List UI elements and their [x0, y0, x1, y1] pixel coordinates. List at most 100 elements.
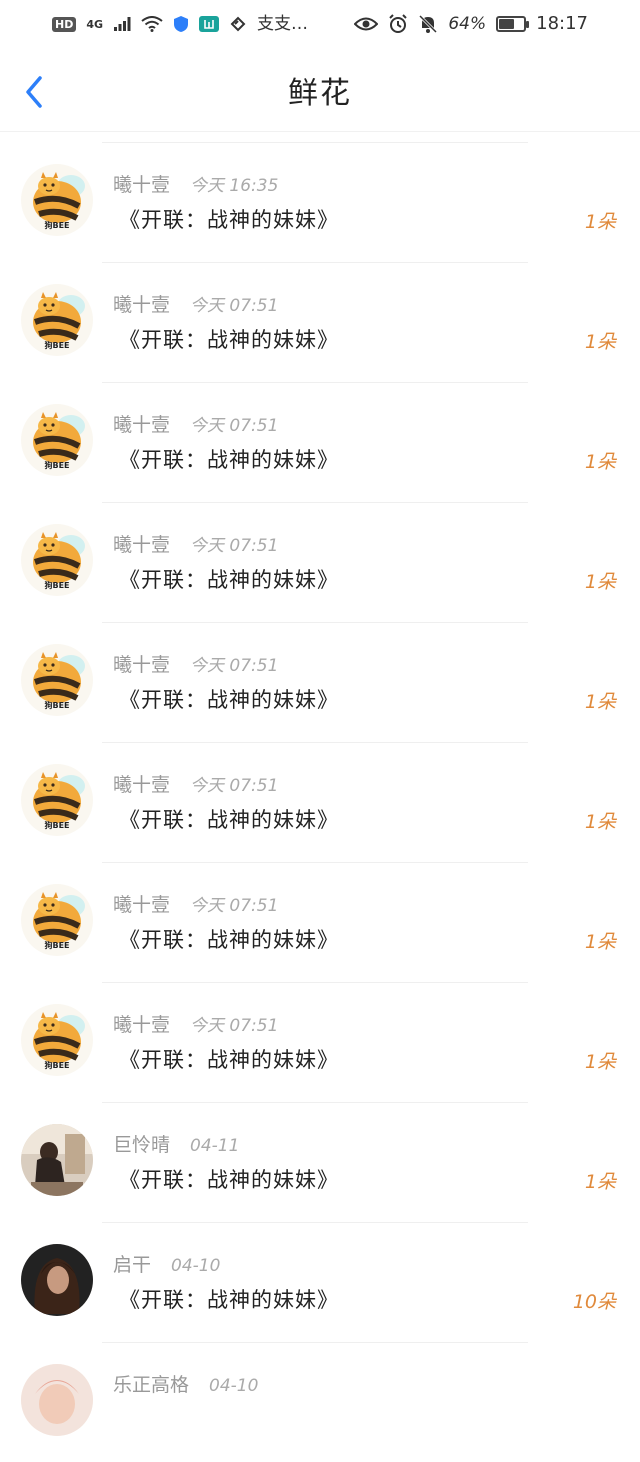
flower-count: 1朵 [584, 1171, 616, 1193]
divider [102, 382, 528, 383]
list-item[interactable]: 狗BEE 曦十壹 今天 07:51 《开联：战神的妹妹》 1朵 [0, 262, 640, 382]
list-item[interactable]: 狗BEE 曦十壹 今天 07:51 《开联：战神的妹妹》 1朵 [0, 622, 640, 742]
avatar[interactable] [21, 1124, 93, 1196]
divider [102, 982, 528, 983]
book-title[interactable]: 《开联：战神的妹妹》 [119, 324, 339, 354]
avatar[interactable]: 狗BEE [21, 164, 93, 236]
flower-count: 1朵 [584, 331, 616, 353]
item-meta: 曦十壹 今天 07:51 [113, 650, 278, 677]
divider [102, 1342, 528, 1343]
header: 鲜花 [0, 48, 640, 132]
avatar[interactable]: 狗BEE [21, 524, 93, 596]
item-meta: 巨怜晴 04-11 [113, 1130, 239, 1157]
book-title[interactable]: 《开联：战神的妹妹》 [119, 564, 339, 594]
avatar-logo-text: 狗BEE [44, 461, 70, 470]
avatar[interactable]: 狗BEE [21, 884, 93, 956]
item-meta: 曦十壹 今天 07:51 [113, 530, 278, 557]
avatar-logo-text: 狗BEE [44, 581, 70, 590]
battery-percent: 64% [448, 13, 487, 34]
book-title[interactable]: 《开联：战神的妹妹》 [119, 444, 339, 474]
list-item[interactable]: 启干 04-10 《开联：战神的妹妹》 10朵 [0, 1222, 640, 1342]
avatar-logo-text: 狗BEE [44, 821, 70, 830]
flower-count: 1朵 [584, 1051, 616, 1073]
user-name[interactable]: 曦十壹 [113, 170, 170, 197]
book-title[interactable]: 《开联：战神的妹妹》 [119, 1164, 339, 1194]
avatar-logo-text: 狗BEE [44, 341, 70, 350]
divider [102, 262, 528, 263]
timestamp: 今天 07:51 [190, 896, 279, 916]
battery-icon [496, 16, 530, 32]
divider [102, 142, 528, 143]
list-item[interactable]: 巨怜晴 04-11 《开联：战神的妹妹》 1朵 [0, 1102, 640, 1222]
status-right: 64% 18:17 [354, 14, 588, 34]
status-left: HD 4G 支支… [52, 15, 308, 33]
flower-count: 1朵 [584, 211, 616, 233]
item-meta: 曦十壹 今天 07:51 [113, 770, 278, 797]
eye-icon [354, 16, 379, 32]
back-button[interactable] [18, 74, 50, 110]
book-title[interactable]: 《开联：战神的妹妹》 [119, 1044, 339, 1074]
signal-icon [113, 16, 131, 32]
list-item[interactable]: 狗BEE 曦十壹 今天 07:51 《开联：战神的妹妹》 1朵 [0, 862, 640, 982]
list-item[interactable]: 乐正高格 04-10 [0, 1342, 640, 1462]
user-name[interactable]: 曦十壹 [113, 410, 170, 437]
avatar[interactable]: 狗BEE [21, 284, 93, 356]
item-meta: 曦十壹 今天 07:51 [113, 890, 278, 917]
page-title: 鲜花 [288, 75, 352, 111]
avatar-logo-text: 狗BEE [44, 701, 70, 710]
user-name[interactable]: 曦十壹 [113, 290, 170, 317]
timestamp: 今天 07:51 [190, 656, 279, 676]
hd-icon: HD [52, 16, 77, 32]
chevron-left-icon [26, 76, 42, 108]
avatar[interactable]: 狗BEE [21, 1004, 93, 1076]
book-title[interactable]: 《开联：战神的妹妹》 [119, 924, 339, 954]
avatar-logo-text: 狗BEE [44, 221, 70, 230]
flower-count: 10朵 [572, 1291, 616, 1313]
user-name[interactable]: 曦十壹 [113, 650, 170, 677]
list-item[interactable]: 狗BEE 曦十壹 今天 07:51 《开联：战神的妹妹》 1朵 [0, 742, 640, 862]
book-title[interactable]: 《开联：战神的妹妹》 [119, 804, 339, 834]
list-item[interactable]: 狗BEE 曦十壹 今天 16:35 《开联：战神的妹妹》 1朵 [0, 142, 640, 262]
flower-count: 1朵 [584, 451, 616, 473]
book-title[interactable]: 《开联：战神的妹妹》 [119, 1284, 339, 1314]
mute-icon [418, 14, 438, 34]
item-meta: 曦十壹 今天 07:51 [113, 410, 278, 437]
alarm-icon [388, 14, 408, 34]
user-name[interactable]: 曦十壹 [113, 1010, 170, 1037]
avatar[interactable] [21, 1244, 93, 1316]
clock-time: 18:17 [536, 13, 588, 34]
timestamp: 今天 07:51 [190, 776, 279, 796]
list-item[interactable]: 狗BEE 曦十壹 今天 07:51 《开联：战神的妹妹》 1朵 [0, 502, 640, 622]
flower-count: 1朵 [584, 691, 616, 713]
list-item[interactable]: 狗BEE 曦十壹 今天 07:51 《开联：战神的妹妹》 1朵 [0, 382, 640, 502]
list-item[interactable]: 狗BEE 曦十壹 今天 07:51 《开联：战神的妹妹》 1朵 [0, 982, 640, 1102]
divider [102, 622, 528, 623]
flower-count: 1朵 [584, 571, 616, 593]
user-name[interactable]: 曦十壹 [113, 530, 170, 557]
book-title[interactable]: 《开联：战神的妹妹》 [119, 204, 339, 234]
book-title[interactable]: 《开联：战神的妹妹》 [119, 684, 339, 714]
flower-count: 1朵 [584, 811, 616, 833]
item-meta: 启干 04-10 [113, 1250, 220, 1277]
user-name[interactable]: 乐正高格 [113, 1370, 189, 1397]
user-name[interactable]: 曦十壹 [113, 890, 170, 917]
avatar[interactable]: 狗BEE [21, 764, 93, 836]
avatar-logo-text: 狗BEE [44, 941, 70, 950]
avatar[interactable]: 狗BEE [21, 644, 93, 716]
divider [102, 1222, 528, 1223]
divider [102, 502, 528, 503]
user-name[interactable]: 启干 [113, 1250, 151, 1277]
user-name[interactable]: 曦十壹 [113, 770, 170, 797]
avatar-logo-text: 狗BEE [44, 1061, 70, 1070]
network-type: 4G [86, 17, 104, 31]
user-name[interactable]: 巨怜晴 [113, 1130, 170, 1157]
flower-record-list[interactable]: 狗BEE 曦十壹 今天 16:35 《开联：战神的妹妹》 1朵 狗BEE 曦十壹 今天 07… [0, 142, 640, 1462]
shield-icon [173, 15, 189, 33]
avatar[interactable] [21, 1364, 93, 1436]
status-text-icons: 支支… [257, 13, 309, 34]
avatar[interactable]: 狗BEE [21, 404, 93, 476]
timestamp: 今天 07:51 [190, 1016, 279, 1036]
timestamp: 今天 07:51 [190, 416, 279, 436]
item-meta: 曦十壹 今天 07:51 [113, 290, 278, 317]
mi-icon [199, 16, 220, 32]
